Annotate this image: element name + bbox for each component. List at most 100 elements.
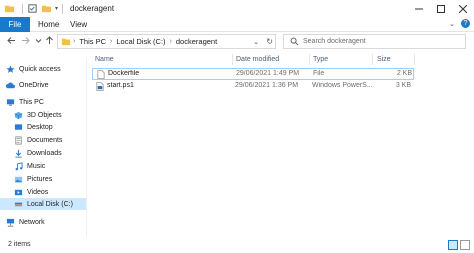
breadcrumb-this-pc[interactable]: This PC	[79, 37, 106, 46]
star-icon	[6, 64, 15, 73]
computer-icon	[6, 98, 15, 106]
large-icons-view-button[interactable]	[460, 240, 470, 250]
file-row-dockerfile[interactable]: Dockerfile 29/06/2021 1:49 PM File 2 KB	[92, 68, 414, 80]
sidebar-item-label: Local Disk (C:)	[27, 200, 73, 208]
folder-icon	[4, 5, 15, 13]
qa-customize-icon[interactable]: ▾	[55, 5, 58, 12]
file-date-modified: 29/06/2021 1:49 PM	[236, 70, 300, 77]
column-divider[interactable]	[372, 54, 373, 65]
search-box[interactable]: Search dockeragent	[283, 34, 466, 49]
sidebar-item-onedrive[interactable]: OneDrive	[0, 79, 86, 91]
new-folder-icon[interactable]	[41, 3, 52, 14]
documents-icon	[15, 136, 22, 144]
music-icon	[15, 161, 23, 170]
sidebar-item-documents[interactable]: Documents	[0, 134, 86, 146]
sidebar-item-pictures[interactable]: Pictures	[0, 173, 86, 185]
search-input[interactable]: Search dockeragent	[303, 38, 366, 45]
tab-file[interactable]: File	[0, 17, 30, 32]
desktop-icon	[14, 123, 23, 130]
quick-access-toolbar: ▾	[4, 3, 67, 14]
refresh-icon[interactable]: ↻	[266, 37, 273, 46]
videos-icon	[14, 189, 23, 195]
sidebar-item-videos[interactable]: Videos	[0, 186, 86, 198]
ribbon-tabs: File Home View ⌄ ?	[0, 17, 474, 32]
sidebar-item-network[interactable]: Network	[0, 216, 86, 228]
chevron-down-icon	[35, 39, 42, 43]
sidebar-item-label: 3D Objects	[27, 111, 62, 119]
status-bar: 2 items	[0, 237, 474, 253]
sidebar-item-downloads[interactable]: Downloads	[0, 147, 86, 159]
column-header-date-modified[interactable]: Date modified	[236, 52, 279, 66]
view-toggle	[446, 240, 470, 250]
file-date-modified: 29/06/2021 1:36 PM	[235, 82, 299, 89]
file-size: 2 KB	[396, 70, 412, 77]
address-bar[interactable]: › This PC › Local Disk (C:) › dockeragen…	[57, 34, 276, 49]
window-title: dockeragent	[70, 4, 115, 13]
arrow-left-icon	[7, 37, 15, 44]
column-divider[interactable]	[232, 54, 233, 65]
sidebar-item-label: Music	[27, 162, 46, 170]
minimize-button[interactable]	[408, 0, 430, 17]
close-button[interactable]	[452, 0, 474, 17]
forward-button[interactable]	[20, 35, 31, 46]
file-name: start.ps1	[107, 82, 134, 89]
sidebar-item-desktop[interactable]: Desktop	[0, 121, 86, 133]
help-icon[interactable]: ?	[461, 19, 470, 28]
maximize-button[interactable]	[430, 0, 452, 17]
breadcrumb-dockeragent[interactable]: dockeragent	[176, 37, 217, 46]
sidebar-item-label: OneDrive	[19, 81, 49, 89]
chevron-right-icon[interactable]: ›	[170, 38, 172, 45]
chevron-right-icon: ›	[73, 38, 76, 45]
column-header-name[interactable]: Name	[95, 52, 114, 66]
column-header-size[interactable]: Size	[377, 52, 391, 66]
recent-locations-button[interactable]	[33, 35, 44, 46]
file-size: 3 KB	[395, 82, 411, 89]
pictures-icon	[14, 176, 23, 182]
sidebar-item-label: This PC	[19, 98, 44, 106]
file-type: File	[313, 70, 325, 77]
breadcrumb-local-disk[interactable]: Local Disk (C:)	[116, 37, 165, 46]
title-bar: ▾ dockeragent	[0, 0, 474, 17]
sidebar-item-label: Videos	[27, 188, 49, 196]
sidebar-item-music[interactable]: Music	[0, 160, 86, 172]
sidebar-item-label: Network	[19, 218, 45, 226]
sidebar-item-quick-access[interactable]: Quick access	[0, 63, 86, 75]
sidebar-item-label: Downloads	[27, 149, 62, 157]
expand-ribbon-icon[interactable]: ⌄	[449, 20, 455, 28]
column-divider[interactable]	[414, 54, 415, 65]
minimize-icon	[415, 8, 423, 9]
navigation-bar: › This PC › Local Disk (C:) › dockeragen…	[0, 32, 474, 50]
column-header-type[interactable]: Type	[313, 52, 328, 66]
toolbar-divider	[62, 3, 64, 14]
maximize-icon	[437, 4, 445, 13]
close-icon	[459, 4, 467, 13]
properties-icon[interactable]	[27, 3, 38, 14]
sidebar-item-label: Documents	[27, 136, 63, 144]
column-divider[interactable]	[309, 54, 310, 65]
download-icon	[15, 149, 22, 158]
sidebar-item-this-pc[interactable]: This PC	[0, 96, 86, 108]
file-list: Name Date modified Type Size Dockerfile …	[92, 52, 474, 237]
powershell-icon	[96, 82, 104, 91]
toolbar-divider	[22, 3, 23, 14]
network-icon	[6, 218, 15, 226]
drive-icon	[14, 202, 23, 206]
sidebar-item-label: Pictures	[27, 175, 53, 183]
sidebar-item-3d-objects[interactable]: 3D Objects	[0, 109, 86, 121]
window-controls	[408, 0, 474, 17]
chevron-right-icon[interactable]: ›	[110, 38, 112, 45]
tab-view[interactable]: View	[70, 17, 87, 32]
back-button[interactable]	[6, 35, 17, 46]
up-button[interactable]	[44, 35, 55, 46]
item-count: 2 items	[8, 241, 31, 248]
address-dropdown-icon[interactable]: ⌄	[253, 38, 259, 46]
folder-icon	[61, 38, 71, 46]
cloud-icon	[6, 82, 15, 88]
sidebar-item-local-disk[interactable]: Local Disk (C:)	[0, 198, 86, 210]
sidebar-item-label: Desktop	[27, 123, 53, 131]
tab-home[interactable]: Home	[38, 17, 59, 32]
file-row-start-ps1[interactable]: start.ps1 29/06/2021 1:36 PM Windows Pow…	[92, 81, 414, 93]
details-view-button[interactable]	[448, 240, 458, 250]
file-name: Dockerfile	[108, 70, 140, 77]
arrow-up-icon	[46, 36, 53, 44]
